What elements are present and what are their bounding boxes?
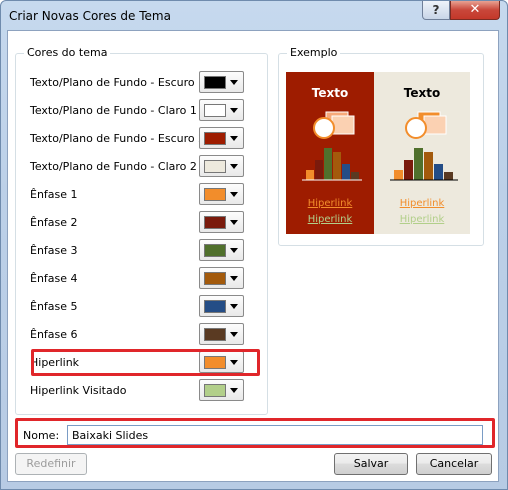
color-picker-button[interactable] xyxy=(199,155,244,177)
callout-circle xyxy=(405,117,427,139)
color-row: Texto/Plano de Fundo - Escuro 1 xyxy=(23,71,263,95)
color-picker-button[interactable] xyxy=(199,211,244,233)
color-picker-button[interactable] xyxy=(199,239,244,261)
color-picker-button[interactable] xyxy=(199,267,244,289)
bar xyxy=(351,172,359,180)
color-row-label: Texto/Plano de Fundo - Claro 1 xyxy=(30,104,197,117)
color-row: Ênfase 3 xyxy=(23,239,263,263)
hyperlink-highlight xyxy=(31,349,260,376)
color-swatch xyxy=(204,104,226,117)
color-swatch xyxy=(204,300,226,313)
color-swatch xyxy=(204,76,226,89)
color-row: Texto/Plano de Fundo - Escuro 2 xyxy=(23,127,263,151)
color-picker-button[interactable] xyxy=(199,71,244,93)
close-button[interactable]: ✕ xyxy=(450,1,500,20)
bar xyxy=(424,152,433,180)
bar xyxy=(333,152,341,180)
color-swatch xyxy=(204,132,226,145)
color-row-label: Ênfase 1 xyxy=(30,188,78,201)
save-button[interactable]: Salvar xyxy=(334,453,408,475)
dropdown-arrow-icon xyxy=(230,276,238,281)
color-row-label: Ênfase 2 xyxy=(30,216,78,229)
dropdown-arrow-icon xyxy=(230,388,238,393)
color-picker-button[interactable] xyxy=(199,323,244,345)
color-row: Texto/Plano de Fundo - Claro 1 xyxy=(23,99,263,123)
bar xyxy=(444,172,453,180)
color-row: Ênfase 2 xyxy=(23,211,263,235)
color-picker-button[interactable] xyxy=(199,99,244,121)
color-swatch xyxy=(204,216,226,229)
color-row-label: Texto/Plano de Fundo - Escuro 2 xyxy=(30,132,206,145)
color-row: Ênfase 5 xyxy=(23,295,263,319)
color-picker-button[interactable] xyxy=(199,127,244,149)
help-icon: ? xyxy=(432,3,440,17)
bar xyxy=(394,170,403,180)
dropdown-arrow-icon xyxy=(230,80,238,85)
bar xyxy=(306,170,314,180)
color-row-label: Ênfase 5 xyxy=(30,300,78,313)
bar xyxy=(404,160,413,180)
color-swatch xyxy=(204,160,226,173)
example-light-hyperlink: Hiperlink xyxy=(399,198,445,209)
bar xyxy=(434,164,443,180)
theme-colors-group-label: Cores do tema xyxy=(24,46,111,59)
shape-front xyxy=(331,115,355,135)
color-picker-button[interactable] xyxy=(199,183,244,205)
color-swatch xyxy=(204,272,226,285)
color-row-label: Ênfase 3 xyxy=(30,244,78,257)
help-button[interactable]: ? xyxy=(422,1,450,20)
example-group-label: Exemplo xyxy=(287,46,341,59)
color-picker-button[interactable] xyxy=(199,295,244,317)
dropdown-arrow-icon xyxy=(230,136,238,141)
example-light-title: Texto xyxy=(403,86,441,100)
dropdown-arrow-icon xyxy=(230,192,238,197)
color-row-label: Texto/Plano de Fundo - Claro 2 xyxy=(30,160,197,173)
dropdown-arrow-icon xyxy=(230,304,238,309)
dropdown-arrow-icon xyxy=(230,164,238,169)
bar xyxy=(315,160,323,180)
color-swatch xyxy=(204,328,226,341)
bar xyxy=(414,148,423,180)
color-picker-button[interactable] xyxy=(199,379,244,401)
bar xyxy=(324,148,332,180)
color-row-label: Texto/Plano de Fundo - Escuro 1 xyxy=(30,76,206,89)
callout-circle xyxy=(313,117,335,139)
example-dark-graphic xyxy=(302,111,362,181)
color-row-label: Hiperlink Visitado xyxy=(30,384,127,397)
example-light-visited: Hiperlink xyxy=(399,214,445,225)
close-icon: ✕ xyxy=(469,2,481,17)
dropdown-arrow-icon xyxy=(230,332,238,337)
title-bar[interactable]: Criar Novas Cores de Tema ? ✕ xyxy=(1,1,507,31)
shape-front xyxy=(423,115,447,135)
window-title: Criar Novas Cores de Tema xyxy=(9,9,171,23)
example-dark-panel: Texto Hiperlink Hiperlink xyxy=(286,72,374,234)
example-dark-hyperlink: Hiperlink xyxy=(307,198,353,209)
dropdown-arrow-icon xyxy=(230,108,238,113)
name-row: Nome: xyxy=(23,425,489,447)
dropdown-arrow-icon xyxy=(230,248,238,253)
color-row-label: Ênfase 4 xyxy=(30,272,78,285)
bar xyxy=(342,164,350,180)
color-row: Ênfase 4 xyxy=(23,267,263,291)
example-light-panel: Texto Hiperlink Hiperlink xyxy=(374,72,470,234)
cancel-button[interactable]: Cancelar xyxy=(416,453,492,475)
color-row: Ênfase 6 xyxy=(23,323,263,347)
reset-button[interactable]: Redefinir xyxy=(15,453,87,475)
name-input[interactable] xyxy=(67,425,483,445)
color-swatch xyxy=(204,244,226,257)
color-swatch xyxy=(204,188,226,201)
color-row: Hiperlink Visitado xyxy=(23,379,263,403)
example-dark-visited: Hiperlink xyxy=(307,214,353,225)
dropdown-arrow-icon xyxy=(230,220,238,225)
color-row: Ênfase 1 xyxy=(23,183,263,207)
color-swatch xyxy=(204,384,226,397)
color-row: Texto/Plano de Fundo - Claro 2 xyxy=(23,155,263,179)
example-dark-title: Texto xyxy=(311,86,349,100)
name-label: Nome: xyxy=(23,429,60,442)
color-row-label: Ênfase 6 xyxy=(30,328,78,341)
example-light-graphic xyxy=(390,111,458,181)
